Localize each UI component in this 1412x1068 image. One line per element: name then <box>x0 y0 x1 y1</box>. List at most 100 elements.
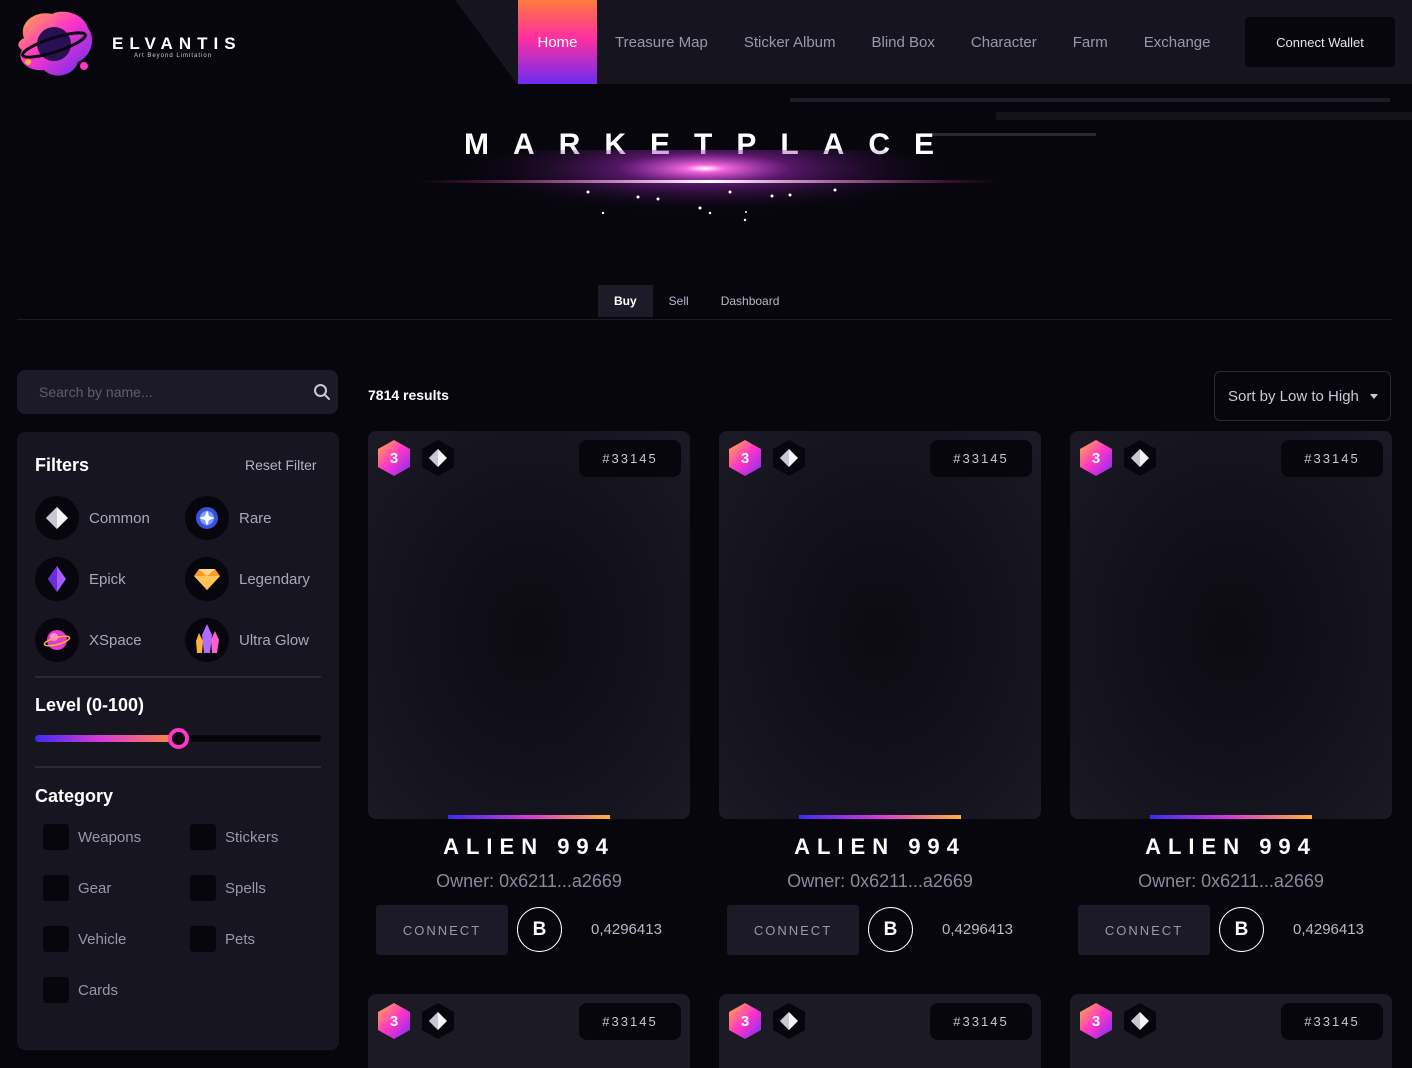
checkbox[interactable] <box>190 875 216 901</box>
connect-button[interactable]: CONNECT <box>376 905 508 955</box>
rarity-filter-legendary[interactable]: Legendary <box>185 557 310 601</box>
white-diamond-icon <box>420 1002 456 1040</box>
nav-blind-box[interactable]: Blind Box <box>854 0 953 84</box>
level-slider-fill <box>35 735 178 742</box>
section-divider <box>17 319 1392 320</box>
token-id-badge: #33145 <box>930 1003 1032 1040</box>
category-checkbox-spells[interactable]: Spells <box>190 875 266 901</box>
bitcoin-icon: B <box>1219 907 1264 952</box>
nft-card[interactable]: 3 #33145 <box>1070 994 1392 1068</box>
nft-owner: Owner: 0x6211...a2669 <box>787 871 973 891</box>
level-value: 3 <box>1091 449 1101 467</box>
rarity-filter-ultra-glow[interactable]: Ultra Glow <box>185 618 309 662</box>
nft-name[interactable]: ALIEN 994 <box>368 834 690 860</box>
level-badge: 3 <box>727 1002 763 1040</box>
search-input[interactable] <box>17 370 287 414</box>
rarity-filter-rare[interactable]: Rare <box>185 496 272 540</box>
level-badge: 3 <box>1078 439 1114 477</box>
category-checkbox-stickers[interactable]: Stickers <box>190 824 278 850</box>
white-diamond-icon <box>420 439 456 477</box>
nft-image[interactable] <box>368 431 690 819</box>
checkbox[interactable] <box>43 977 69 1003</box>
rarity-filter-xspace[interactable]: XSpace <box>35 618 142 662</box>
category-checkbox-cards[interactable]: Cards <box>43 977 118 1003</box>
nav-home[interactable]: Home <box>518 0 597 84</box>
top-header: ELVANTIS Art Beyond Limitation Home Trea… <box>0 0 1412 102</box>
level-badge: 3 <box>376 439 412 477</box>
filters-title: Filters <box>35 455 90 475</box>
category-checkbox-gear[interactable]: Gear <box>43 875 111 901</box>
token-id-badge: #33145 <box>579 440 681 477</box>
nft-image[interactable] <box>1070 431 1392 819</box>
filter-separator <box>35 676 321 678</box>
category-checkbox-weapons[interactable]: Weapons <box>43 824 141 850</box>
white-diamond-icon <box>1122 1002 1158 1040</box>
purple-crystal-icon <box>35 557 79 601</box>
bitcoin-icon: B <box>517 907 562 952</box>
brand-logo[interactable]: ELVANTIS Art Beyond Limitation <box>14 8 236 84</box>
checkbox[interactable] <box>190 824 216 850</box>
tab-sell[interactable]: Sell <box>653 285 705 317</box>
connect-wallet-button[interactable]: Connect Wallet <box>1245 17 1395 67</box>
connect-button[interactable]: CONNECT <box>1078 905 1210 955</box>
category-label: Cards <box>78 981 119 999</box>
level-title: Level (0-100) <box>35 695 145 715</box>
checkbox[interactable] <box>43 926 69 952</box>
category-title: Category <box>35 786 114 806</box>
filter-separator <box>35 766 321 768</box>
nft-name[interactable]: ALIEN 994 <box>719 834 1041 860</box>
category-label: Spells <box>225 879 266 897</box>
category-label: Gear <box>78 879 112 897</box>
nft-card[interactable]: 3 #33145 ALIEN 994 Owner: 0x6211...a2669… <box>368 431 690 961</box>
checkbox[interactable] <box>190 926 216 952</box>
nav-sticker-album[interactable]: Sticker Album <box>726 0 854 84</box>
bitcoin-icon: B <box>868 907 913 952</box>
nft-card[interactable]: 3 #33145 ALIEN 994 Owner: 0x6211...a2669… <box>1070 431 1392 961</box>
nav-farm[interactable]: Farm <box>1055 0 1126 84</box>
nft-card[interactable]: 3 #33145 <box>368 994 690 1068</box>
search-icon[interactable] <box>313 383 331 401</box>
rarity-label: XSpace <box>89 631 142 649</box>
category-checkbox-pets[interactable]: Pets <box>190 926 255 952</box>
connect-button[interactable]: CONNECT <box>727 905 859 955</box>
checkbox[interactable] <box>43 875 69 901</box>
nav-exchange[interactable]: Exchange <box>1126 0 1229 84</box>
blue-star-orb-icon <box>185 496 229 540</box>
rarity-label: Rare <box>239 509 272 527</box>
level-badge: 3 <box>376 1002 412 1040</box>
nft-card[interactable]: 3 #33145 ALIEN 994 Owner: 0x6211...a2669… <box>719 431 1041 961</box>
main-nav: Home Treasure Map Sticker Album Blind Bo… <box>518 0 1228 84</box>
category-label: Vehicle <box>78 930 127 948</box>
rarity-filter-epick[interactable]: Epick <box>35 557 126 601</box>
sort-dropdown[interactable]: Sort by Low to High <box>1214 371 1391 421</box>
glowing-crystal-cluster-icon <box>185 618 229 662</box>
level-badge: 3 <box>1078 1002 1114 1040</box>
reset-filter-link[interactable]: Reset Filter <box>245 457 317 473</box>
white-diamond-icon <box>771 439 807 477</box>
results-count: 7814 results <box>368 387 449 403</box>
tab-dashboard[interactable]: Dashboard <box>705 285 796 317</box>
category-checkbox-vehicle[interactable]: Vehicle <box>43 926 126 952</box>
level-slider[interactable] <box>35 728 321 749</box>
nav-character[interactable]: Character <box>953 0 1055 84</box>
level-value: 3 <box>389 449 399 467</box>
nft-name[interactable]: ALIEN 994 <box>1070 834 1392 860</box>
rarity-label: Common <box>89 509 150 527</box>
checkbox[interactable] <box>43 824 69 850</box>
level-badge: 3 <box>727 439 763 477</box>
tab-buy[interactable]: Buy <box>598 285 653 317</box>
rarity-gradient-bar <box>799 815 961 819</box>
token-id-badge: #33145 <box>579 1003 681 1040</box>
nft-card[interactable]: 3 #33145 <box>719 994 1041 1068</box>
category-label: Pets <box>225 930 256 948</box>
level-slider-thumb[interactable] <box>168 728 189 749</box>
category-label: Stickers <box>225 828 279 846</box>
rarity-filter-common[interactable]: Common <box>35 496 150 540</box>
nft-image[interactable] <box>719 431 1041 819</box>
rarity-label: Legendary <box>239 570 310 588</box>
market-tabs: Buy Sell Dashboard <box>598 285 795 317</box>
brand-name: ELVANTIS <box>112 34 242 53</box>
nav-treasure-map[interactable]: Treasure Map <box>597 0 726 84</box>
planet-icon <box>35 618 79 662</box>
chevron-down-icon <box>1370 394 1378 399</box>
